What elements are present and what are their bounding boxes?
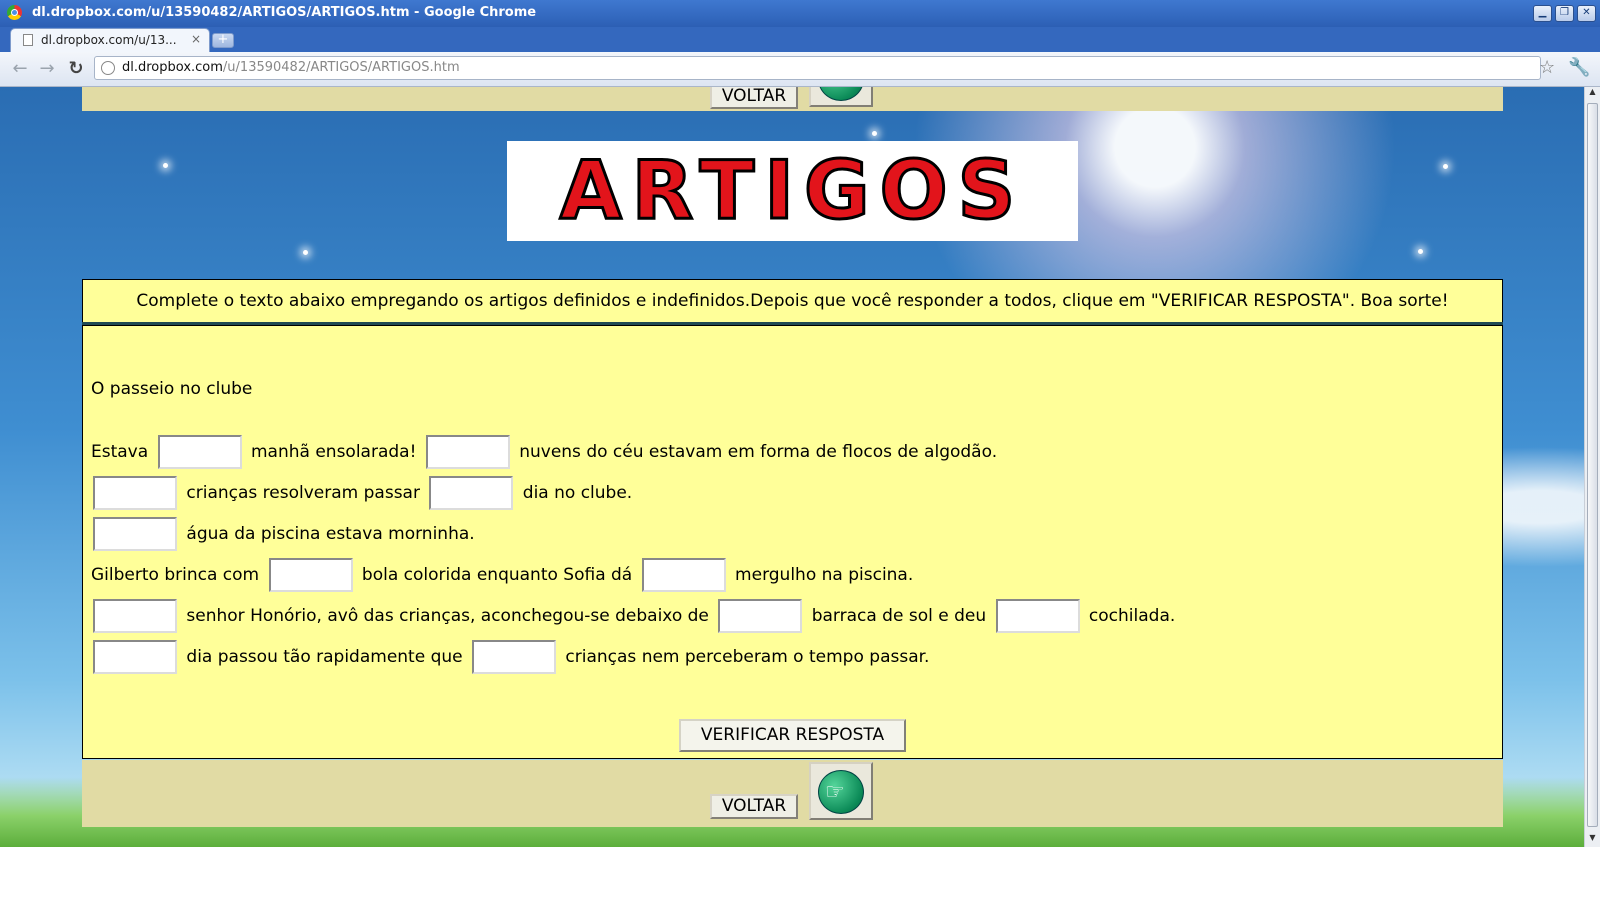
answer-blank-8[interactable] [93,599,177,633]
window-titlebar: dl.dropbox.com/u/13590482/ARTIGOS/ARTIGO… [0,0,1600,27]
top-nav-band: VOLTAR ☞ [82,87,1503,111]
answer-blank-2[interactable] [425,435,510,469]
tab-close-icon[interactable]: × [191,32,201,46]
back-arrow-icon[interactable]: ← [9,58,31,80]
instructions-box: Complete o texto abaixo empregando os ar… [82,279,1503,323]
story-text: bola colorida enquanto Sofia dá [361,565,633,585]
story-text: água da piscina estava morninha. [186,524,475,544]
instructions-text: Complete o texto abaixo empregando os ar… [136,291,1449,311]
page-viewport: VOLTAR ☞ ARTIGOS Complete o texto abaixo… [0,87,1584,847]
tab-strip: dl.dropbox.com/u/13... × + [0,27,1600,52]
blank-area [0,847,1600,900]
story-text: Gilberto brinca com [91,565,260,585]
voltar-button-top[interactable]: VOLTAR [710,87,798,109]
chrome-logo-icon [7,5,22,20]
tab-active[interactable]: dl.dropbox.com/u/13... × [10,28,210,52]
story-text: mergulho na piscina. [735,565,914,585]
sparkle-decoration [1418,249,1423,254]
url-text: dl.dropbox.com/u/13590482/ARTIGOS/ARTIGO… [122,60,460,75]
answer-blank-6[interactable] [268,558,353,592]
story-text: dia passou tão rapidamente que [186,647,463,667]
answer-blank-5[interactable] [93,517,177,551]
bookmark-star-icon[interactable]: ☆ [1539,57,1555,78]
page-icon [23,34,33,46]
sparkle-decoration [303,250,308,255]
scroll-up-arrow-icon[interactable]: ▲ [1585,87,1600,101]
minimize-button[interactable]: ▁ [1533,5,1552,22]
wrench-menu-icon[interactable]: 🔧 [1568,57,1590,78]
answer-blank-12[interactable] [472,640,557,674]
reload-icon[interactable]: ↻ [65,58,87,80]
sparkle-decoration [1443,164,1448,169]
answer-blank-1[interactable] [157,435,242,469]
hand-glyph: ☞ [825,87,845,91]
story-text: crianças resolveram passar [186,483,420,503]
new-tab-button[interactable]: + [212,33,234,48]
story-text: nuvens do céu estavam em forma de flocos… [519,442,998,462]
answer-blank-3[interactable] [93,476,177,510]
pointing-hand-icon: ☞ [818,87,864,101]
story-title: O passeio no clube [91,379,253,399]
address-bar[interactable]: dl.dropbox.com/u/13590482/ARTIGOS/ARTIGO… [94,56,1555,80]
story-line-6: dia passou tão rapidamente que crianças … [91,640,929,674]
story-line-4: Gilberto brinca com bola colorida enquan… [91,558,913,592]
answer-blank-10[interactable] [995,599,1080,633]
voltar-button-bottom[interactable]: VOLTAR [710,794,798,819]
answer-blank-11[interactable] [93,640,177,674]
forward-arrow-icon[interactable]: → [36,58,58,80]
hand-next-button-top[interactable]: ☞ [809,87,873,107]
story-text: senhor Honório, avô das crianças, aconch… [186,606,709,626]
url-host: dl.dropbox.com [122,60,223,75]
story-text: barraca de sol e deu [811,606,987,626]
pointing-hand-icon: ☞ [818,770,864,814]
answer-blank-4[interactable] [429,476,514,510]
maximize-button[interactable]: ❐ [1555,5,1574,22]
tab-title: dl.dropbox.com/u/13... [41,33,177,47]
story-text: Estava [91,442,149,462]
story-text: dia no clube. [522,483,633,503]
window-title: dl.dropbox.com/u/13590482/ARTIGOS/ARTIGO… [32,5,537,20]
answer-blank-7[interactable] [641,558,726,592]
answer-blank-9[interactable] [718,599,803,633]
verify-answer-button[interactable]: VERIFICAR RESPOSTA [679,719,906,752]
globe-icon [101,61,115,75]
sparkle-decoration [872,131,877,136]
url-path: /u/13590482/ARTIGOS/ARTIGOS.htm [222,60,460,75]
story-line-1: Estava manhã ensolarada! nuvens do céu e… [91,435,997,469]
story-line-3: água da piscina estava morninha. [91,517,475,551]
bottom-nav-band: VOLTAR ☞ [82,760,1503,827]
artigos-logo: ARTIGOS [507,141,1078,241]
scroll-down-arrow-icon[interactable]: ▼ [1585,833,1600,847]
close-window-button[interactable]: ✕ [1577,5,1596,22]
logo-text: ARTIGOS [558,143,1026,239]
sparkle-decoration [163,163,168,168]
hand-glyph: ☞ [825,780,845,805]
exercise-panel: O passeio no clube Estava manhã ensolara… [82,325,1503,759]
story-text: crianças nem perceberam o tempo passar. [565,647,930,667]
scroll-thumb[interactable] [1587,103,1598,827]
hand-next-button-bottom[interactable]: ☞ [809,762,873,820]
story-line-2: crianças resolveram passar dia no clube. [91,476,632,510]
browser-toolbar: ← → ↻ dl.dropbox.com/u/13590482/ARTIGOS/… [0,52,1600,87]
story-line-5: senhor Honório, avô das crianças, aconch… [91,599,1175,633]
vertical-scrollbar[interactable]: ▲ ▼ [1584,87,1600,847]
story-text: cochilada. [1088,606,1176,626]
story-text: manhã ensolarada! [250,442,417,462]
